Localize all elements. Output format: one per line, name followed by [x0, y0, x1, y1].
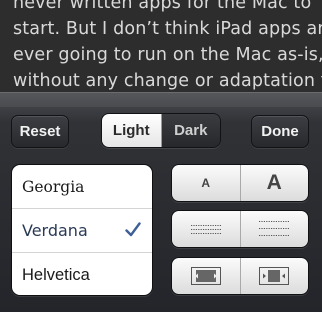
reset-button[interactable]: Reset: [11, 115, 69, 148]
font-size-control: A A: [171, 164, 309, 202]
decrease-font-size-button[interactable]: A: [172, 165, 241, 201]
loose-line-spacing-button[interactable]: [240, 211, 308, 247]
loose-line-spacing-icon: [259, 221, 290, 236]
font-option-helvetica[interactable]: Helvetica: [12, 253, 152, 295]
theme-light-option[interactable]: Light: [102, 114, 162, 147]
article-line: without any change or adaptation to: [13, 71, 322, 91]
theme-dark-option[interactable]: Dark: [161, 114, 220, 147]
font-option-label: Verdana: [22, 221, 88, 240]
theme-segmented-control: Light Dark: [101, 113, 221, 148]
wide-margin-button[interactable]: [240, 258, 308, 294]
small-font-icon: A: [201, 176, 211, 190]
font-option-georgia[interactable]: Georgia: [12, 165, 152, 209]
tight-line-spacing-button[interactable]: [172, 211, 241, 247]
large-font-icon: A: [266, 171, 282, 194]
done-button[interactable]: Done: [251, 115, 309, 148]
increase-font-size-button[interactable]: A: [240, 165, 308, 201]
checkmark-icon: [125, 222, 141, 237]
narrow-margin-icon: [190, 267, 221, 285]
wide-margin-icon: [259, 267, 290, 285]
article-line: never written apps for the Mac to: [13, 0, 312, 13]
line-spacing-control: [171, 210, 309, 248]
font-option-verdana[interactable]: Verdana: [12, 209, 152, 253]
margin-control: [171, 257, 309, 295]
font-option-label: Helvetica: [22, 266, 90, 284]
font-list: Georgia Verdana Helvetica: [11, 164, 153, 296]
article-line: start. But I don’t think iPad apps are: [13, 19, 322, 39]
font-option-label: Georgia: [22, 178, 85, 196]
article-line: ever going to run on the Mac as-is,: [13, 45, 322, 65]
article-text: never written apps for the Mac to start.…: [0, 0, 322, 100]
tight-line-spacing-icon: [190, 225, 221, 234]
narrow-margin-button[interactable]: [172, 258, 241, 294]
